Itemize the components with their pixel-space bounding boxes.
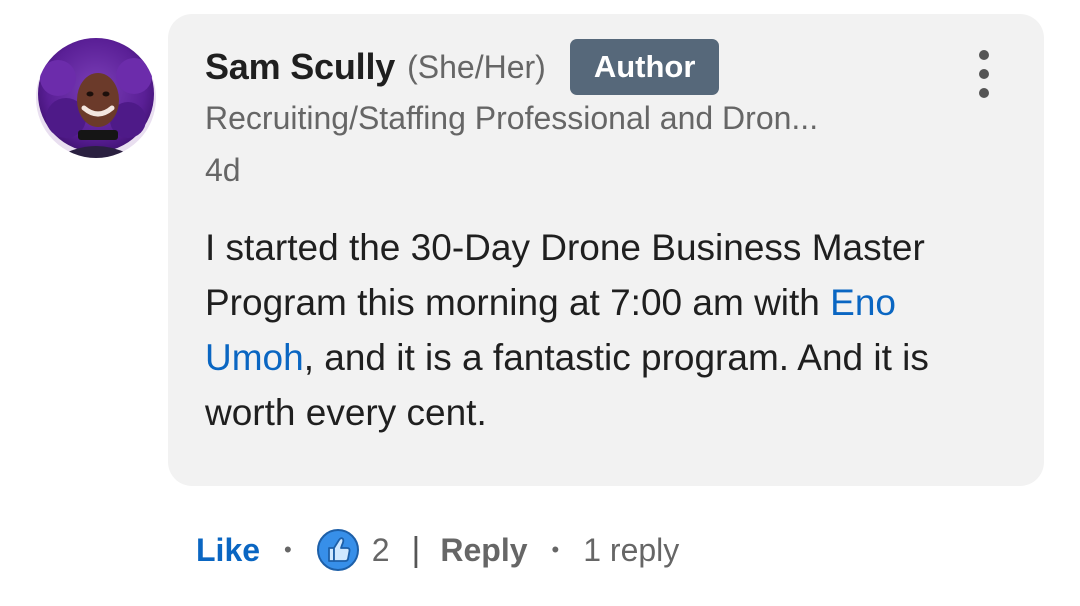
separator-dot: •: [551, 537, 560, 562]
comment-bubble: Sam Scully (She/Her) Author Recruiting/S…: [168, 14, 1044, 486]
comment-text-part2: , and it is a fantastic program. And it …: [205, 337, 929, 433]
comment-timestamp: 4d: [205, 152, 241, 188]
three-dots-vertical-icon: [979, 88, 989, 98]
thumbs-up-icon[interactable]: [316, 528, 360, 572]
avatar[interactable]: [36, 38, 156, 158]
comment-text-part1: I started the 30-Day Drone Business Mast…: [205, 227, 925, 323]
author-badge: Author: [569, 39, 720, 95]
more-options-button[interactable]: [964, 50, 1004, 98]
reply-button[interactable]: Reply: [440, 532, 527, 569]
author-pronouns: (She/Her): [407, 48, 546, 85]
avatar-photo: [36, 38, 156, 158]
like-button[interactable]: Like: [196, 532, 260, 569]
separator-dot: •: [284, 537, 292, 562]
separator-bar: |: [411, 530, 421, 569]
three-dots-vertical-icon: [979, 69, 989, 79]
comment-header: Sam Scully (She/Her) Author: [205, 37, 720, 97]
three-dots-vertical-icon: [979, 50, 989, 60]
author-headline: Recruiting/Staffing Professional and Dro…: [205, 100, 819, 136]
reaction-count[interactable]: 2: [372, 532, 390, 569]
comment-actions: Like • 2 | Reply • 1 reply: [196, 522, 679, 578]
author-name[interactable]: Sam Scully: [205, 46, 395, 88]
comment-body: I started the 30-Day Drone Business Mast…: [205, 220, 1005, 440]
reply-count-link[interactable]: 1 reply: [583, 532, 679, 569]
comment-card: Sam Scully (She/Her) Author Recruiting/S…: [0, 0, 1080, 606]
